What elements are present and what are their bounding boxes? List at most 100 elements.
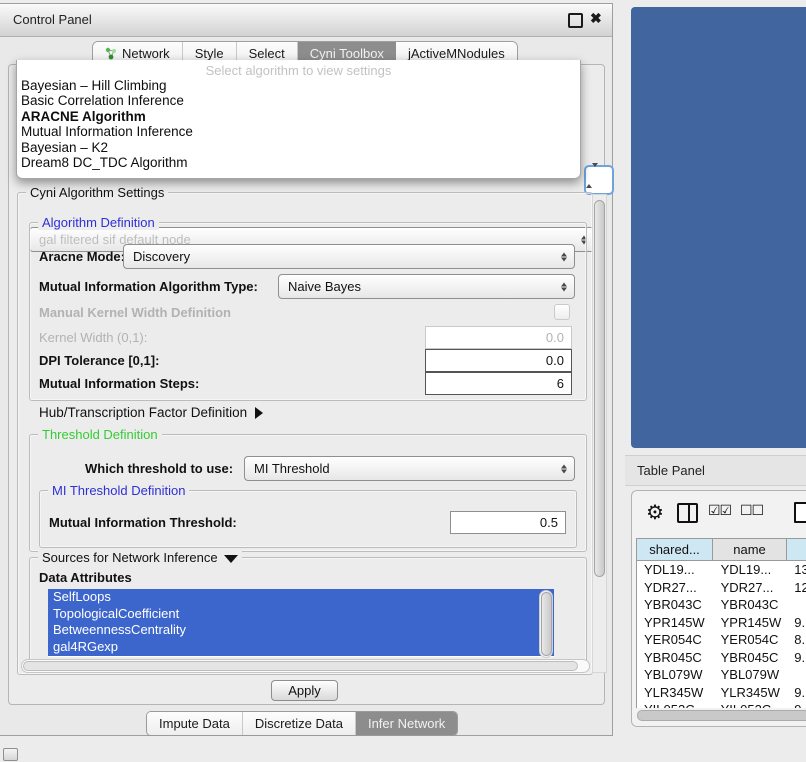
- table-panel-body: ⚙ ☑☑ ☐☐ shared...nameA YDL19...YDL19...1…: [631, 490, 806, 727]
- aracne-mode-combo[interactable]: Discovery: [123, 244, 575, 269]
- apply-button[interactable]: Apply: [271, 680, 338, 701]
- table-row[interactable]: YBR045CYBR045C9.: [637, 649, 806, 667]
- group-title: Algorithm Definition: [38, 215, 159, 230]
- combo-stepper-icon: [586, 163, 598, 188]
- table-cell[interactable]: YPR145W: [714, 615, 788, 630]
- gear-icon[interactable]: ⚙: [646, 500, 664, 525]
- aracne-mode-value: Discovery: [133, 249, 190, 264]
- sources-toggle[interactable]: Sources for Network Inference: [38, 550, 242, 565]
- window-title: Control Panel: [13, 12, 92, 27]
- table-horizontal-scrollbar[interactable]: [636, 709, 806, 721]
- table-cell[interactable]: YBL079W: [637, 667, 714, 682]
- which-threshold-combo[interactable]: MI Threshold: [244, 456, 575, 481]
- algorithm-option[interactable]: Basic Correlation Inference: [17, 93, 580, 108]
- sources-title: Sources for Network Inference: [42, 550, 218, 565]
- tab-label: Cyni Toolbox: [310, 46, 384, 61]
- table-cell[interactable]: YER054C: [714, 632, 788, 647]
- table-cell[interactable]: 9.: [787, 615, 806, 630]
- kernel-width-field[interactable]: 0.0: [425, 326, 572, 349]
- list-scrollbar[interactable]: [539, 590, 553, 658]
- data-attributes-list[interactable]: SelfLoopsTopologicalCoefficientBetweenne…: [48, 589, 554, 657]
- dpi-tolerance-label: DPI Tolerance [0,1]:: [39, 353, 159, 368]
- control-panel-titlebar[interactable]: Control Panel ✖: [0, 4, 612, 37]
- control-panel-window: Control Panel ✖ NetworkStyleSelectCyni T…: [0, 3, 613, 736]
- combo-stepper-icon: [561, 464, 567, 473]
- table-cell[interactable]: YBR045C: [714, 650, 788, 665]
- aracne-mode-label: Aracne Mode:: [39, 249, 125, 264]
- mi-threshold-field[interactable]: 0.5: [450, 511, 566, 534]
- table-cell[interactable]: YBR043C: [637, 597, 714, 612]
- hub-section-label: Hub/Transcription Factor Definition: [39, 405, 247, 420]
- columns-icon[interactable]: [677, 503, 698, 523]
- table-row[interactable]: YPR145WYPR145W9.: [637, 614, 806, 632]
- data-attribute-item[interactable]: TopologicalCoefficient: [48, 606, 554, 623]
- mi-steps-field[interactable]: 6: [425, 372, 572, 395]
- tab-infer-network[interactable]: Infer Network: [356, 712, 457, 735]
- column-header[interactable]: name: [713, 538, 787, 561]
- table-cell[interactable]: 13: [787, 562, 806, 577]
- table-cell[interactable]: 8.: [787, 632, 806, 647]
- kernel-width-label: Kernel Width (0,1):: [39, 330, 147, 345]
- tab-impute-data[interactable]: Impute Data: [147, 712, 243, 735]
- table-cell[interactable]: 12: [787, 580, 806, 595]
- settings-vertical-scrollbar[interactable]: [592, 194, 607, 673]
- data-attribute-item[interactable]: BetweennessCentrality: [48, 622, 554, 639]
- file-icon[interactable]: [794, 502, 806, 523]
- algorithm-option[interactable]: Mutual Information Inference: [17, 124, 580, 139]
- data-attribute-item[interactable]: gal4RGexp: [48, 639, 554, 656]
- data-attribute-item[interactable]: SelfLoops: [48, 589, 554, 606]
- table-row[interactable]: YER054CYER054C8.: [637, 631, 806, 649]
- table-row[interactable]: YIL052CYIL052C9.: [637, 701, 806, 708]
- algorithm-option[interactable]: ARACNE Algorithm: [17, 109, 580, 124]
- inference-algorithm-combo[interactable]: [584, 165, 614, 195]
- table-cell[interactable]: YIL052C: [637, 702, 714, 708]
- table-cell[interactable]: YDL19...: [714, 562, 788, 577]
- table-cell[interactable]: YBR043C: [714, 597, 788, 612]
- table-cell[interactable]: YDR27...: [637, 580, 714, 595]
- select-all-icon[interactable]: ☑☑: [708, 502, 731, 519]
- chevron-down-icon: [224, 555, 238, 563]
- settings-horizontal-scrollbar[interactable]: [21, 659, 590, 673]
- dpi-tolerance-value: 0.0: [546, 353, 564, 368]
- column-header[interactable]: shared...: [636, 538, 713, 561]
- table-cell[interactable]: YBL079W: [714, 667, 788, 682]
- tab-label: jActiveMNodules: [408, 46, 505, 61]
- mi-steps-label: Mutual Information Steps:: [39, 376, 199, 391]
- table-cell[interactable]: YLR345W: [714, 685, 788, 700]
- table-cell[interactable]: 9.: [787, 685, 806, 700]
- table-cell[interactable]: YPR145W: [637, 615, 714, 630]
- float-window-icon[interactable]: [568, 13, 583, 28]
- table-cell[interactable]: YLR345W: [637, 685, 714, 700]
- application-root: Control Panel ✖ NetworkStyleSelectCyni T…: [0, 0, 806, 762]
- table-rows: YDL19...YDL19...13YDR27...YDR27...12YBR0…: [636, 561, 806, 708]
- manual-kernel-checkbox[interactable]: [554, 304, 570, 320]
- table-row[interactable]: YLR345WYLR345W9.: [637, 684, 806, 702]
- dpi-tolerance-field[interactable]: 0.0: [425, 349, 572, 372]
- table-row[interactable]: YDL19...YDL19...13: [637, 561, 806, 579]
- table-cell[interactable]: YIL052C: [714, 702, 788, 708]
- deselect-all-icon[interactable]: ☐☐: [740, 502, 763, 519]
- table-cell[interactable]: 9.: [787, 702, 806, 708]
- algorithm-option[interactable]: Bayesian – Hill Climbing: [17, 78, 580, 93]
- minimized-window-icon[interactable]: [3, 748, 18, 761]
- close-icon[interactable]: ✖: [590, 10, 602, 27]
- table-cell[interactable]: YER054C: [637, 632, 714, 647]
- table-cell[interactable]: 9.: [787, 650, 806, 665]
- algorithm-option[interactable]: Dream8 DC_TDC Algorithm: [17, 155, 580, 170]
- table-panel-header: Table Panel: [625, 455, 806, 486]
- table-cell[interactable]: YDL19...: [637, 562, 714, 577]
- table-row[interactable]: YBR043CYBR043C: [637, 596, 806, 614]
- table-cell[interactable]: YBR045C: [637, 650, 714, 665]
- table-row[interactable]: YDR27...YDR27...12: [637, 579, 806, 597]
- table-header-row: shared...nameA: [636, 538, 806, 561]
- column-header[interactable]: A: [787, 538, 806, 561]
- hub-section-toggle[interactable]: Hub/Transcription Factor Definition: [39, 405, 263, 420]
- mi-type-label: Mutual Information Algorithm Type:: [39, 279, 258, 294]
- table-cell[interactable]: YDR27...: [714, 580, 788, 595]
- tab-discretize-data[interactable]: Discretize Data: [243, 712, 356, 735]
- network-desktop: GALGAL80GAL10GAL1GAL11SWI4GAL4GCY1HAP4YH…: [631, 7, 806, 448]
- table-row[interactable]: YBL079WYBL079W: [637, 666, 806, 684]
- mi-type-combo[interactable]: Naive Bayes: [278, 274, 575, 299]
- group-title: MI Threshold Definition: [48, 483, 189, 498]
- algorithm-option[interactable]: Bayesian – K2: [17, 140, 580, 155]
